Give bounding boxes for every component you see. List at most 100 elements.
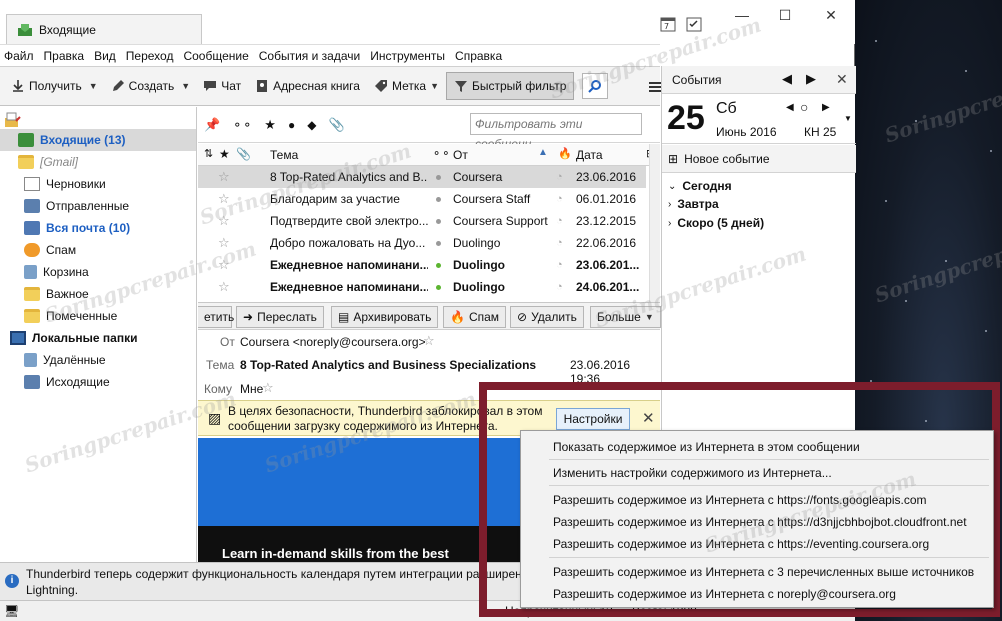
- junk-status-icon[interactable]: ◔: [556, 193, 563, 205]
- chat-button[interactable]: Чат: [196, 72, 248, 100]
- menu-item-allow-eventing[interactable]: Разрешить содержимое из Интернета с http…: [553, 537, 929, 551]
- online-status-icon[interactable]: 🖥: [4, 604, 19, 618]
- star-icon[interactable]: ☆: [423, 333, 435, 349]
- folder-inbox[interactable]: Входящие (13): [0, 129, 196, 151]
- today-icon[interactable]: ○: [800, 99, 808, 115]
- more-button[interactable]: Больше ▼: [590, 306, 661, 328]
- next-day-icon[interactable]: ▶: [822, 102, 830, 113]
- read-status-dot[interactable]: [436, 175, 441, 180]
- pin-icon[interactable]: 📌: [204, 117, 220, 133]
- star-icon[interactable]: ☆: [218, 213, 230, 229]
- folder-drafts[interactable]: Черновики: [0, 173, 196, 195]
- read-status-dot[interactable]: [436, 263, 441, 268]
- address-book-button[interactable]: Адресная книга: [248, 72, 367, 100]
- menu-view[interactable]: Вид: [94, 49, 122, 63]
- chevron-down-icon[interactable]: ▼: [844, 114, 852, 123]
- star-icon[interactable]: ☆: [218, 257, 230, 273]
- star-icon[interactable]: ☆: [218, 279, 230, 295]
- maximize-button[interactable]: ☐: [773, 6, 797, 24]
- read-status-dot[interactable]: [436, 197, 441, 202]
- menu-file[interactable]: Файл: [4, 49, 40, 63]
- menu-item-allow-googleapis[interactable]: Разрешить содержимое из Интернета с http…: [553, 493, 927, 507]
- close-button[interactable]: ✕: [819, 6, 843, 24]
- tab-inbox[interactable]: Входящие: [6, 14, 202, 44]
- thread-col-icon[interactable]: ⇅: [204, 147, 213, 160]
- folder-sent[interactable]: Отправленные: [0, 195, 196, 217]
- junk-status-icon[interactable]: ◔: [556, 237, 563, 249]
- get-mail-dropdown[interactable]: ▼: [89, 81, 98, 91]
- message-row[interactable]: ☆ Ежедневное напоминани... Duolingo ◔ 23.06.…: [198, 254, 646, 276]
- folder-spam[interactable]: Спам: [0, 239, 196, 261]
- star-icon[interactable]: ☆: [218, 191, 230, 207]
- delete-button[interactable]: ⊘ Удалить: [510, 306, 584, 328]
- reply-button[interactable]: етить: [198, 306, 234, 328]
- menu-go[interactable]: Переход: [126, 49, 180, 63]
- menu-edit[interactable]: Правка: [44, 49, 91, 63]
- folder-deleted[interactable]: Удалённые: [0, 349, 196, 371]
- folder-trash[interactable]: Корзина: [0, 261, 196, 283]
- menu-item-allow-cloudfront[interactable]: Разрешить содержимое из Интернета с http…: [553, 515, 967, 529]
- star-icon[interactable]: ☆: [218, 235, 230, 251]
- message-list-scrollbar[interactable]: [649, 144, 660, 302]
- star-icon[interactable]: ☆: [218, 169, 230, 185]
- group-tomorrow[interactable]: › Завтра: [668, 197, 719, 211]
- previous-icon[interactable]: ◀: [782, 71, 792, 87]
- folder-outbox[interactable]: Исходящие: [0, 371, 196, 393]
- get-mail-button[interactable]: Получить: [4, 72, 89, 100]
- message-row[interactable]: ☆ Благодарим за участие Coursera Staff ◔ 06.…: [198, 188, 646, 210]
- tag-filter-icon[interactable]: ◆: [307, 118, 316, 132]
- date-column[interactable]: Дата: [576, 148, 603, 162]
- tasks-tab-icon[interactable]: [686, 16, 702, 35]
- calendar-tab-icon[interactable]: 7: [660, 16, 676, 35]
- forward-button[interactable]: ➜ Переслать: [236, 306, 324, 328]
- folder-starred[interactable]: Помеченные: [0, 305, 196, 327]
- search-button[interactable]: [582, 73, 609, 99]
- read-status-dot[interactable]: [436, 241, 441, 246]
- menu-message[interactable]: Сообщение: [183, 49, 254, 63]
- message-row[interactable]: ☆ 8 Top-Rated Analytics and B... Coursera ◔…: [198, 166, 646, 188]
- minimize-button[interactable]: —: [730, 6, 754, 24]
- message-row[interactable]: ☆ Добро пожаловать на Дуо... Duolingo ◔ 22.0…: [198, 232, 646, 254]
- write-button[interactable]: Создать: [104, 72, 182, 100]
- read-col-icon[interactable]: ⚬⚬: [432, 147, 450, 160]
- quick-filter-button[interactable]: Быстрый фильтр: [445, 72, 575, 100]
- junk-status-icon[interactable]: ◔: [556, 215, 563, 227]
- junk-col-icon[interactable]: 🔥: [558, 147, 572, 160]
- close-icon[interactable]: ✕: [836, 71, 848, 88]
- read-status-dot[interactable]: [436, 219, 441, 224]
- attachment-filter-icon[interactable]: 📎: [328, 117, 344, 133]
- junk-status-icon[interactable]: ◔: [556, 171, 563, 183]
- message-row[interactable]: ☆ Подтвердите свой электро... Coursera Sup…: [198, 210, 646, 232]
- menu-tools[interactable]: Инструменты: [370, 49, 451, 63]
- folder-all-mail[interactable]: Вся почта (10): [0, 217, 196, 239]
- attach-col-icon[interactable]: 📎: [236, 147, 251, 161]
- folder-local[interactable]: Локальные папки: [0, 327, 196, 349]
- next-icon[interactable]: ▶: [806, 71, 816, 87]
- read-status-dot[interactable]: [436, 285, 441, 290]
- menu-item-edit-settings[interactable]: Изменить настройки содержимого из Интерн…: [553, 466, 832, 480]
- junk-button[interactable]: 🔥 Спам: [443, 306, 507, 328]
- menu-events[interactable]: События и задачи: [259, 49, 366, 63]
- group-today[interactable]: ⌄ Сегодня: [668, 179, 732, 193]
- app-menu-icon[interactable]: [648, 80, 662, 97]
- archive-button[interactable]: ▤ Архивировать: [331, 306, 439, 328]
- menu-item-allow-all[interactable]: Разрешить содержимое из Интернета с 3 пе…: [553, 565, 974, 579]
- thread-icon[interactable]: ⚬⚬: [232, 118, 252, 132]
- junk-status-icon[interactable]: ◔: [556, 281, 563, 293]
- new-event-button[interactable]: ⊞ Новое событие: [662, 145, 856, 173]
- message-row[interactable]: ☆ Ежедневное напоминани... Duolingo ◔ 24.06.…: [198, 276, 646, 298]
- contact-filter-icon[interactable]: ●: [288, 118, 295, 132]
- subject-column[interactable]: Тема: [270, 148, 298, 162]
- star-icon[interactable]: ☆: [262, 380, 274, 396]
- from-value[interactable]: Coursera <noreply@coursera.org>: [240, 335, 426, 349]
- group-soon[interactable]: › Скоро (5 дней): [668, 216, 764, 230]
- to-value[interactable]: Мне: [240, 382, 263, 396]
- menu-item-show-remote[interactable]: Показать содержимое из Интернета в этом …: [553, 440, 860, 454]
- filter-input[interactable]: Фильтровать эти сообщени...: [470, 113, 642, 151]
- folder-gmail[interactable]: [Gmail]: [0, 151, 196, 173]
- junk-status-icon[interactable]: ◔: [556, 259, 563, 271]
- from-column[interactable]: От: [453, 148, 468, 162]
- tag-button[interactable]: Метка ▼: [367, 72, 446, 100]
- menu-help[interactable]: Справка: [455, 49, 508, 63]
- star-col-icon[interactable]: ★: [219, 147, 230, 161]
